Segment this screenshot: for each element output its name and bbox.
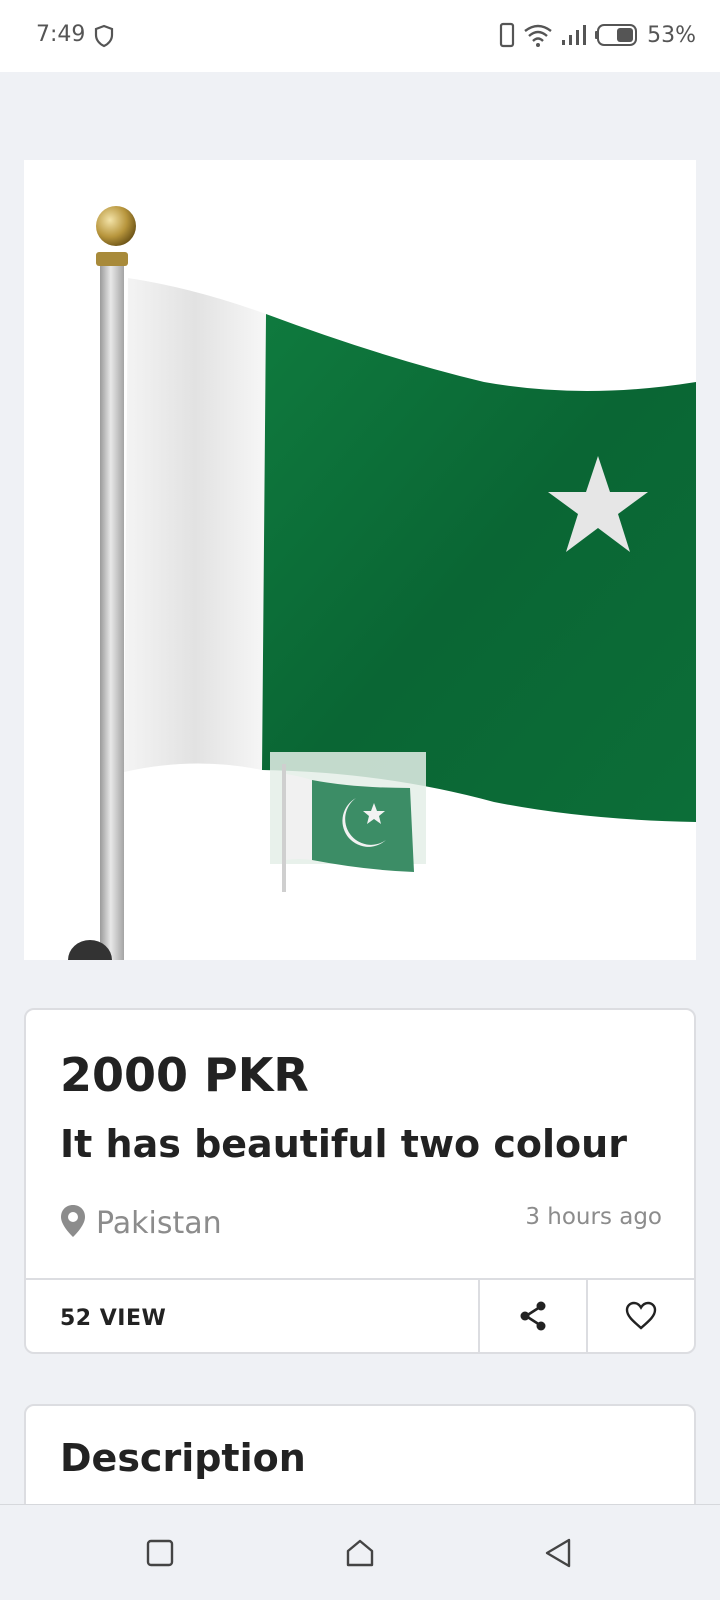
listing-actions: 52 VIEW xyxy=(26,1278,694,1352)
wifi-icon xyxy=(523,23,553,47)
recent-apps-button[interactable] xyxy=(140,1535,180,1575)
favorite-button[interactable] xyxy=(586,1280,694,1352)
view-count: 52 VIEW xyxy=(60,1305,167,1331)
share-button[interactable] xyxy=(478,1280,586,1352)
share-icon xyxy=(517,1300,549,1336)
signal-icon xyxy=(561,24,587,46)
pakistan-flag-image xyxy=(68,206,696,960)
listing-info-card: 2000 PKR It has beautiful two colour Pak… xyxy=(24,1008,696,1354)
location-text: Pakistan xyxy=(96,1205,222,1241)
listing-location: Pakistan xyxy=(60,1204,222,1242)
listing-price: 2000 PKR xyxy=(60,1048,309,1102)
square-icon xyxy=(145,1538,175,1572)
navigation-bar xyxy=(0,1504,720,1600)
status-time: 7:49 xyxy=(36,22,86,47)
location-pin-icon xyxy=(60,1204,86,1242)
home-icon xyxy=(344,1537,376,1573)
heart-icon xyxy=(625,1301,657,1335)
status-icons: 53% xyxy=(499,22,696,48)
battery-percent: 53% xyxy=(647,22,696,48)
back-triangle-icon xyxy=(543,1537,573,1573)
listing-title: It has beautiful two colour xyxy=(60,1122,627,1166)
battery-icon xyxy=(595,23,639,47)
phone-icon xyxy=(499,22,515,48)
description-heading: Description xyxy=(60,1436,306,1480)
home-button[interactable] xyxy=(340,1535,380,1575)
back-button[interactable] xyxy=(538,1535,578,1575)
posted-time: 3 hours ago xyxy=(525,1204,662,1230)
listing-image[interactable] xyxy=(24,160,696,960)
shield-icon xyxy=(94,24,114,48)
status-bar: 7:49 53% xyxy=(0,0,720,72)
